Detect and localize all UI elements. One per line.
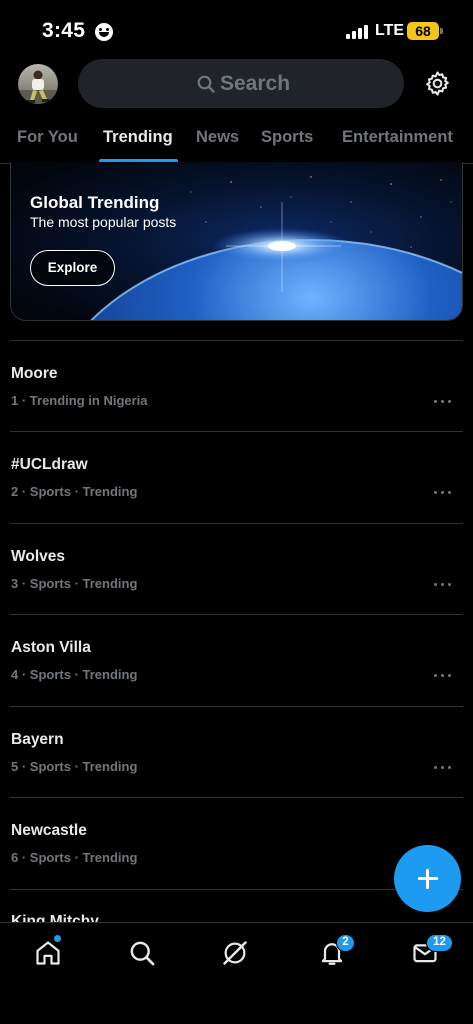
tab-trending[interactable]: Trending [103, 128, 173, 147]
more-options-icon[interactable] [434, 583, 452, 587]
tab-for-you[interactable]: For You [17, 128, 78, 147]
battery-icon: 68 [407, 22, 443, 40]
trend-meta: 3 · Sports · Trending [11, 576, 138, 591]
banner-title: Global Trending [30, 193, 160, 212]
tab-entertainment[interactable]: Entertainment [342, 128, 453, 147]
divider [10, 797, 463, 798]
global-trending-banner[interactable]: Global Trending The most popular posts E… [10, 162, 463, 321]
trend-meta: 5 · Sports · Trending [11, 759, 138, 774]
trend-title: Aston Villa [11, 639, 91, 656]
trend-title: Bayern [11, 731, 64, 748]
trend-meta: 1 · Trending in Nigeria [11, 393, 148, 408]
divider [10, 706, 463, 707]
trend-title: Newcastle [11, 822, 87, 839]
earth-horizon-image [11, 162, 462, 320]
trend-meta: 6 · Sports · Trending [11, 850, 138, 865]
home-icon[interactable] [34, 939, 62, 967]
home-notification-dot [54, 935, 61, 942]
more-options-icon[interactable] [434, 674, 452, 678]
grok-icon[interactable] [221, 939, 249, 967]
explore-search-icon[interactable] [128, 939, 156, 967]
trend-meta: 4 · Sports · Trending [11, 667, 138, 682]
profile-avatar[interactable] [18, 64, 58, 104]
trend-title: Wolves [11, 548, 65, 565]
search-placeholder[interactable]: Search [220, 72, 290, 96]
smiley-face-icon [95, 23, 113, 41]
network-type: LTE [375, 22, 405, 39]
trend-title: #UCLdraw [11, 456, 88, 473]
more-options-icon[interactable] [434, 400, 452, 404]
more-options-icon[interactable] [434, 766, 452, 770]
trend-title: Moore [11, 365, 58, 382]
divider [10, 523, 463, 524]
bottom-navigation: 2 12 [0, 922, 473, 1024]
banner-subtitle: The most popular posts [30, 214, 177, 230]
settings-gear-icon[interactable] [424, 70, 451, 97]
messages-badge: 12 [426, 934, 453, 952]
battery-level: 68 [415, 23, 431, 39]
tab-sports[interactable]: Sports [261, 128, 313, 147]
avatar-photo [18, 70, 58, 104]
explore-button[interactable]: Explore [30, 250, 115, 286]
compose-post-button[interactable] [394, 845, 461, 912]
divider [10, 340, 463, 341]
search-icon [197, 75, 215, 93]
tab-news[interactable]: News [196, 128, 239, 147]
notifications-badge: 2 [336, 934, 355, 952]
divider [10, 614, 463, 615]
more-options-icon[interactable] [434, 491, 452, 495]
trend-meta: 2 · Sports · Trending [11, 484, 138, 499]
status-bar: 3:45 LTE 68 [0, 0, 473, 60]
cellular-signal-icon [346, 25, 370, 39]
status-time: 3:45 [42, 19, 86, 42]
divider [10, 431, 463, 432]
tab-bar: For You Trending News Sports Entertainme… [0, 118, 473, 164]
